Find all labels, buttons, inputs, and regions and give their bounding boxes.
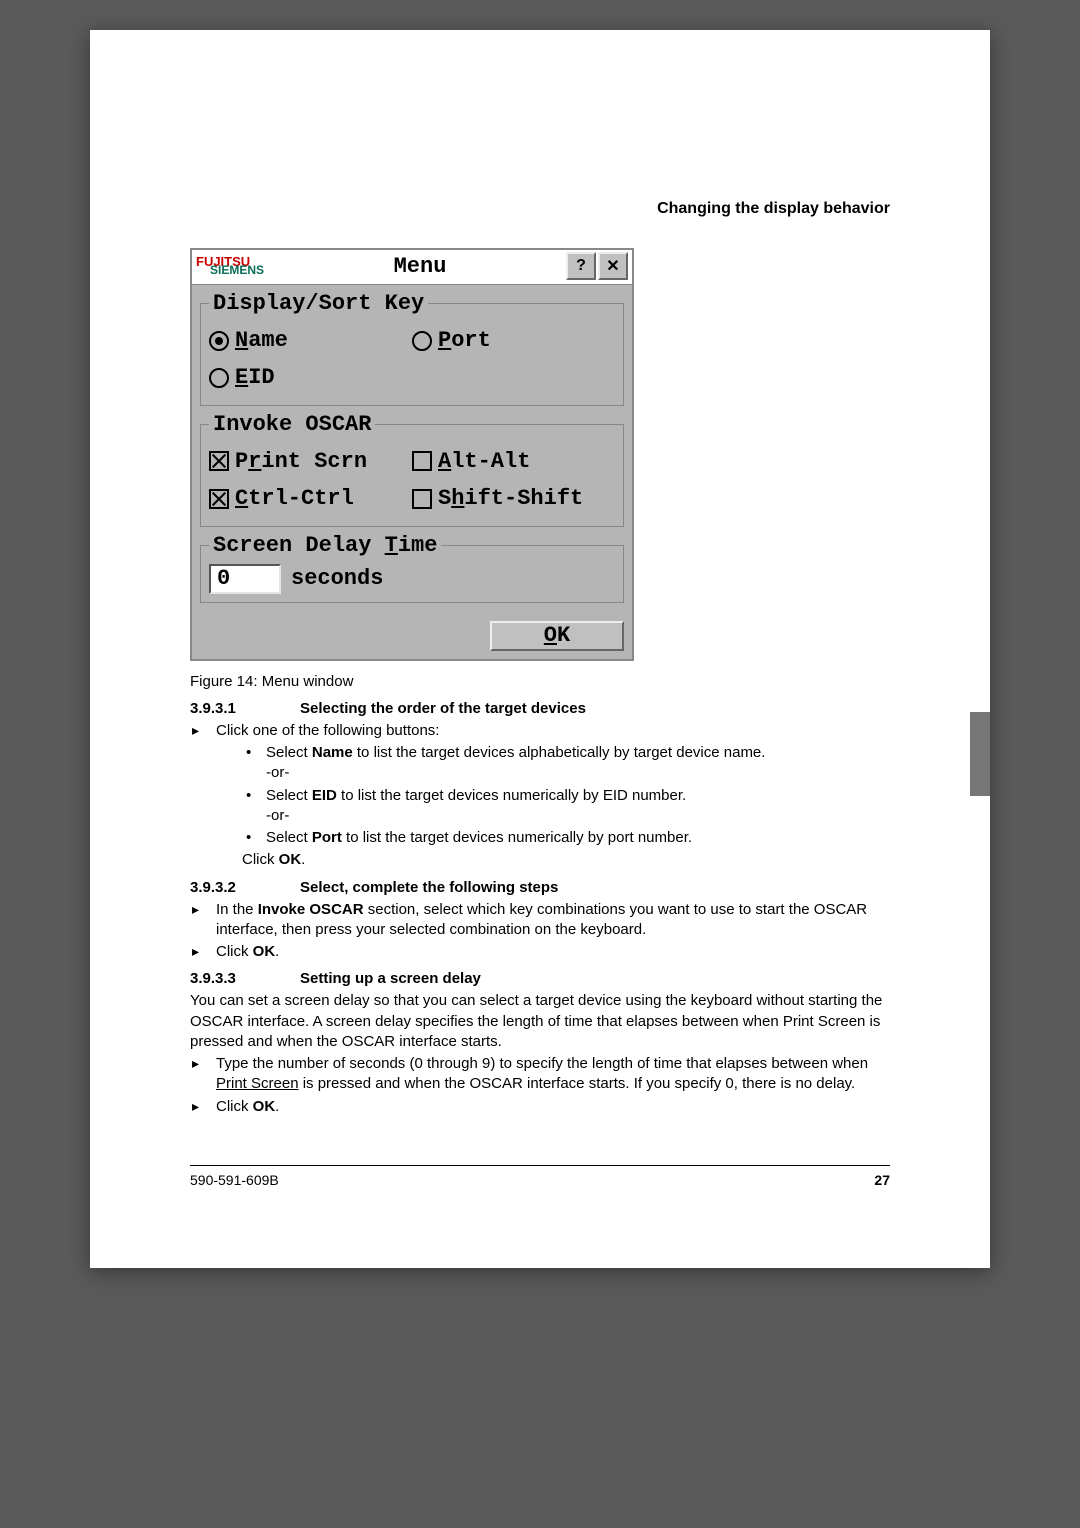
brand-logo: FUJITSU SIEMENS — [196, 256, 274, 275]
step: Type the number of seconds (0 through 9)… — [190, 1054, 890, 1095]
option: Select EID to list the target devices nu… — [242, 786, 890, 827]
help-button[interactable]: ? — [566, 252, 596, 280]
delay-seconds-input[interactable] — [209, 564, 281, 594]
checkbox-icon — [412, 489, 432, 509]
display-sort-key-group: Display/Sort Key Name Port EID — [200, 291, 624, 406]
check-alt-alt[interactable]: Alt-Alt — [412, 443, 615, 480]
step: Click one of the following buttons: Sele… — [190, 721, 890, 871]
page-footer: 590-591-609B 27 — [190, 1165, 890, 1188]
section-heading: 3.9.3.1Selecting the order of the target… — [190, 700, 890, 717]
checkbox-icon — [412, 451, 432, 471]
radio-eid[interactable]: EID — [209, 359, 412, 396]
section-heading: 3.9.3.2Select, complete the following st… — [190, 879, 890, 896]
screen-delay-group: Screen Delay Time seconds — [200, 533, 624, 603]
window-title: Menu — [394, 254, 447, 279]
ok-button[interactable]: OK — [490, 621, 624, 651]
paragraph: You can set a screen delay so that you c… — [190, 991, 890, 1052]
invoke-oscar-group: Invoke OSCAR Print Scrn Alt-Alt Ctrl-Ctr… — [200, 412, 624, 527]
radio-name[interactable]: Name — [209, 322, 412, 359]
checkbox-icon — [209, 489, 229, 509]
section-heading: 3.9.3.3Setting up a screen delay — [190, 970, 890, 987]
display-sort-legend: Display/Sort Key — [209, 291, 428, 316]
page-number: 27 — [874, 1172, 890, 1188]
check-print-scrn[interactable]: Print Scrn — [209, 443, 412, 480]
document-number: 590-591-609B — [190, 1172, 279, 1188]
titlebar: FUJITSU SIEMENS Menu ? ✕ — [192, 250, 632, 285]
document-page: Changing the display behavior FUJITSU SI… — [90, 30, 990, 1268]
step: Click OK. — [190, 942, 890, 962]
figure-caption: Figure 14: Menu window — [190, 673, 890, 690]
section-edge-tab — [970, 712, 990, 796]
checkbox-icon — [209, 451, 229, 471]
check-ctrl-ctrl[interactable]: Ctrl-Ctrl — [209, 480, 412, 517]
option: Select Name to list the target devices a… — [242, 743, 890, 784]
check-shift-shift[interactable]: Shift-Shift — [412, 480, 615, 517]
close-button[interactable]: ✕ — [598, 252, 628, 280]
menu-window: FUJITSU SIEMENS Menu ? ✕ Display/Sort Ke… — [190, 248, 634, 661]
radio-port[interactable]: Port — [412, 322, 615, 359]
running-header: Changing the display behavior — [190, 200, 890, 218]
radio-icon — [412, 331, 432, 351]
radio-icon — [209, 331, 229, 351]
step: Click OK. — [190, 1097, 890, 1117]
radio-icon — [209, 368, 229, 388]
delay-units: seconds — [291, 566, 383, 591]
step: In the Invoke OSCAR section, select whic… — [190, 900, 890, 941]
screen-delay-legend: Screen Delay Time — [209, 533, 441, 558]
option: Select Port to list the target devices n… — [242, 828, 890, 848]
brand-sub: SIEMENS — [210, 265, 264, 276]
invoke-oscar-legend: Invoke OSCAR — [209, 412, 375, 437]
